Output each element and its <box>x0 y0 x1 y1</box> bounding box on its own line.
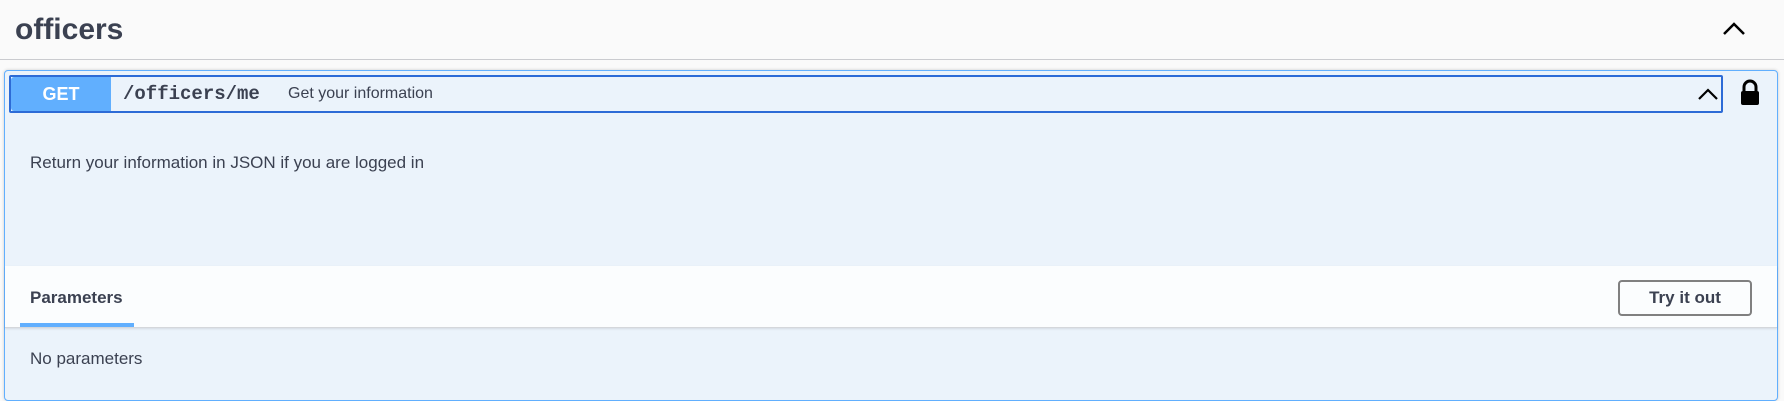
no-parameters-text: No parameters <box>30 349 143 368</box>
operation-block-get: GET /officers/me Get your information Re… <box>4 70 1778 401</box>
operation-description: Return your information in JSON if you a… <box>30 153 425 172</box>
try-it-out-button[interactable]: Try it out <box>1618 280 1752 316</box>
tag-section: officers GET /officers/me Get your infor… <box>0 0 1784 401</box>
tab-parameters[interactable]: Parameters <box>20 266 134 328</box>
tag-header[interactable]: officers <box>0 0 1784 60</box>
tab-active-indicator <box>20 323 134 327</box>
operation-summary[interactable]: GET /officers/me Get your information <box>9 75 1723 113</box>
tag-title[interactable]: officers <box>15 10 123 50</box>
operation-summary-text: Get your information <box>288 85 433 102</box>
chevron-up-icon[interactable] <box>1718 13 1750 45</box>
lock-icon[interactable] <box>1738 79 1762 107</box>
operation-path: /officers/me <box>123 83 260 105</box>
parameters-header: Parameters Try it out <box>5 266 1777 328</box>
chevron-up-icon[interactable] <box>1696 82 1720 106</box>
method-badge: GET <box>11 77 111 111</box>
tab-parameters-label: Parameters <box>30 288 123 307</box>
